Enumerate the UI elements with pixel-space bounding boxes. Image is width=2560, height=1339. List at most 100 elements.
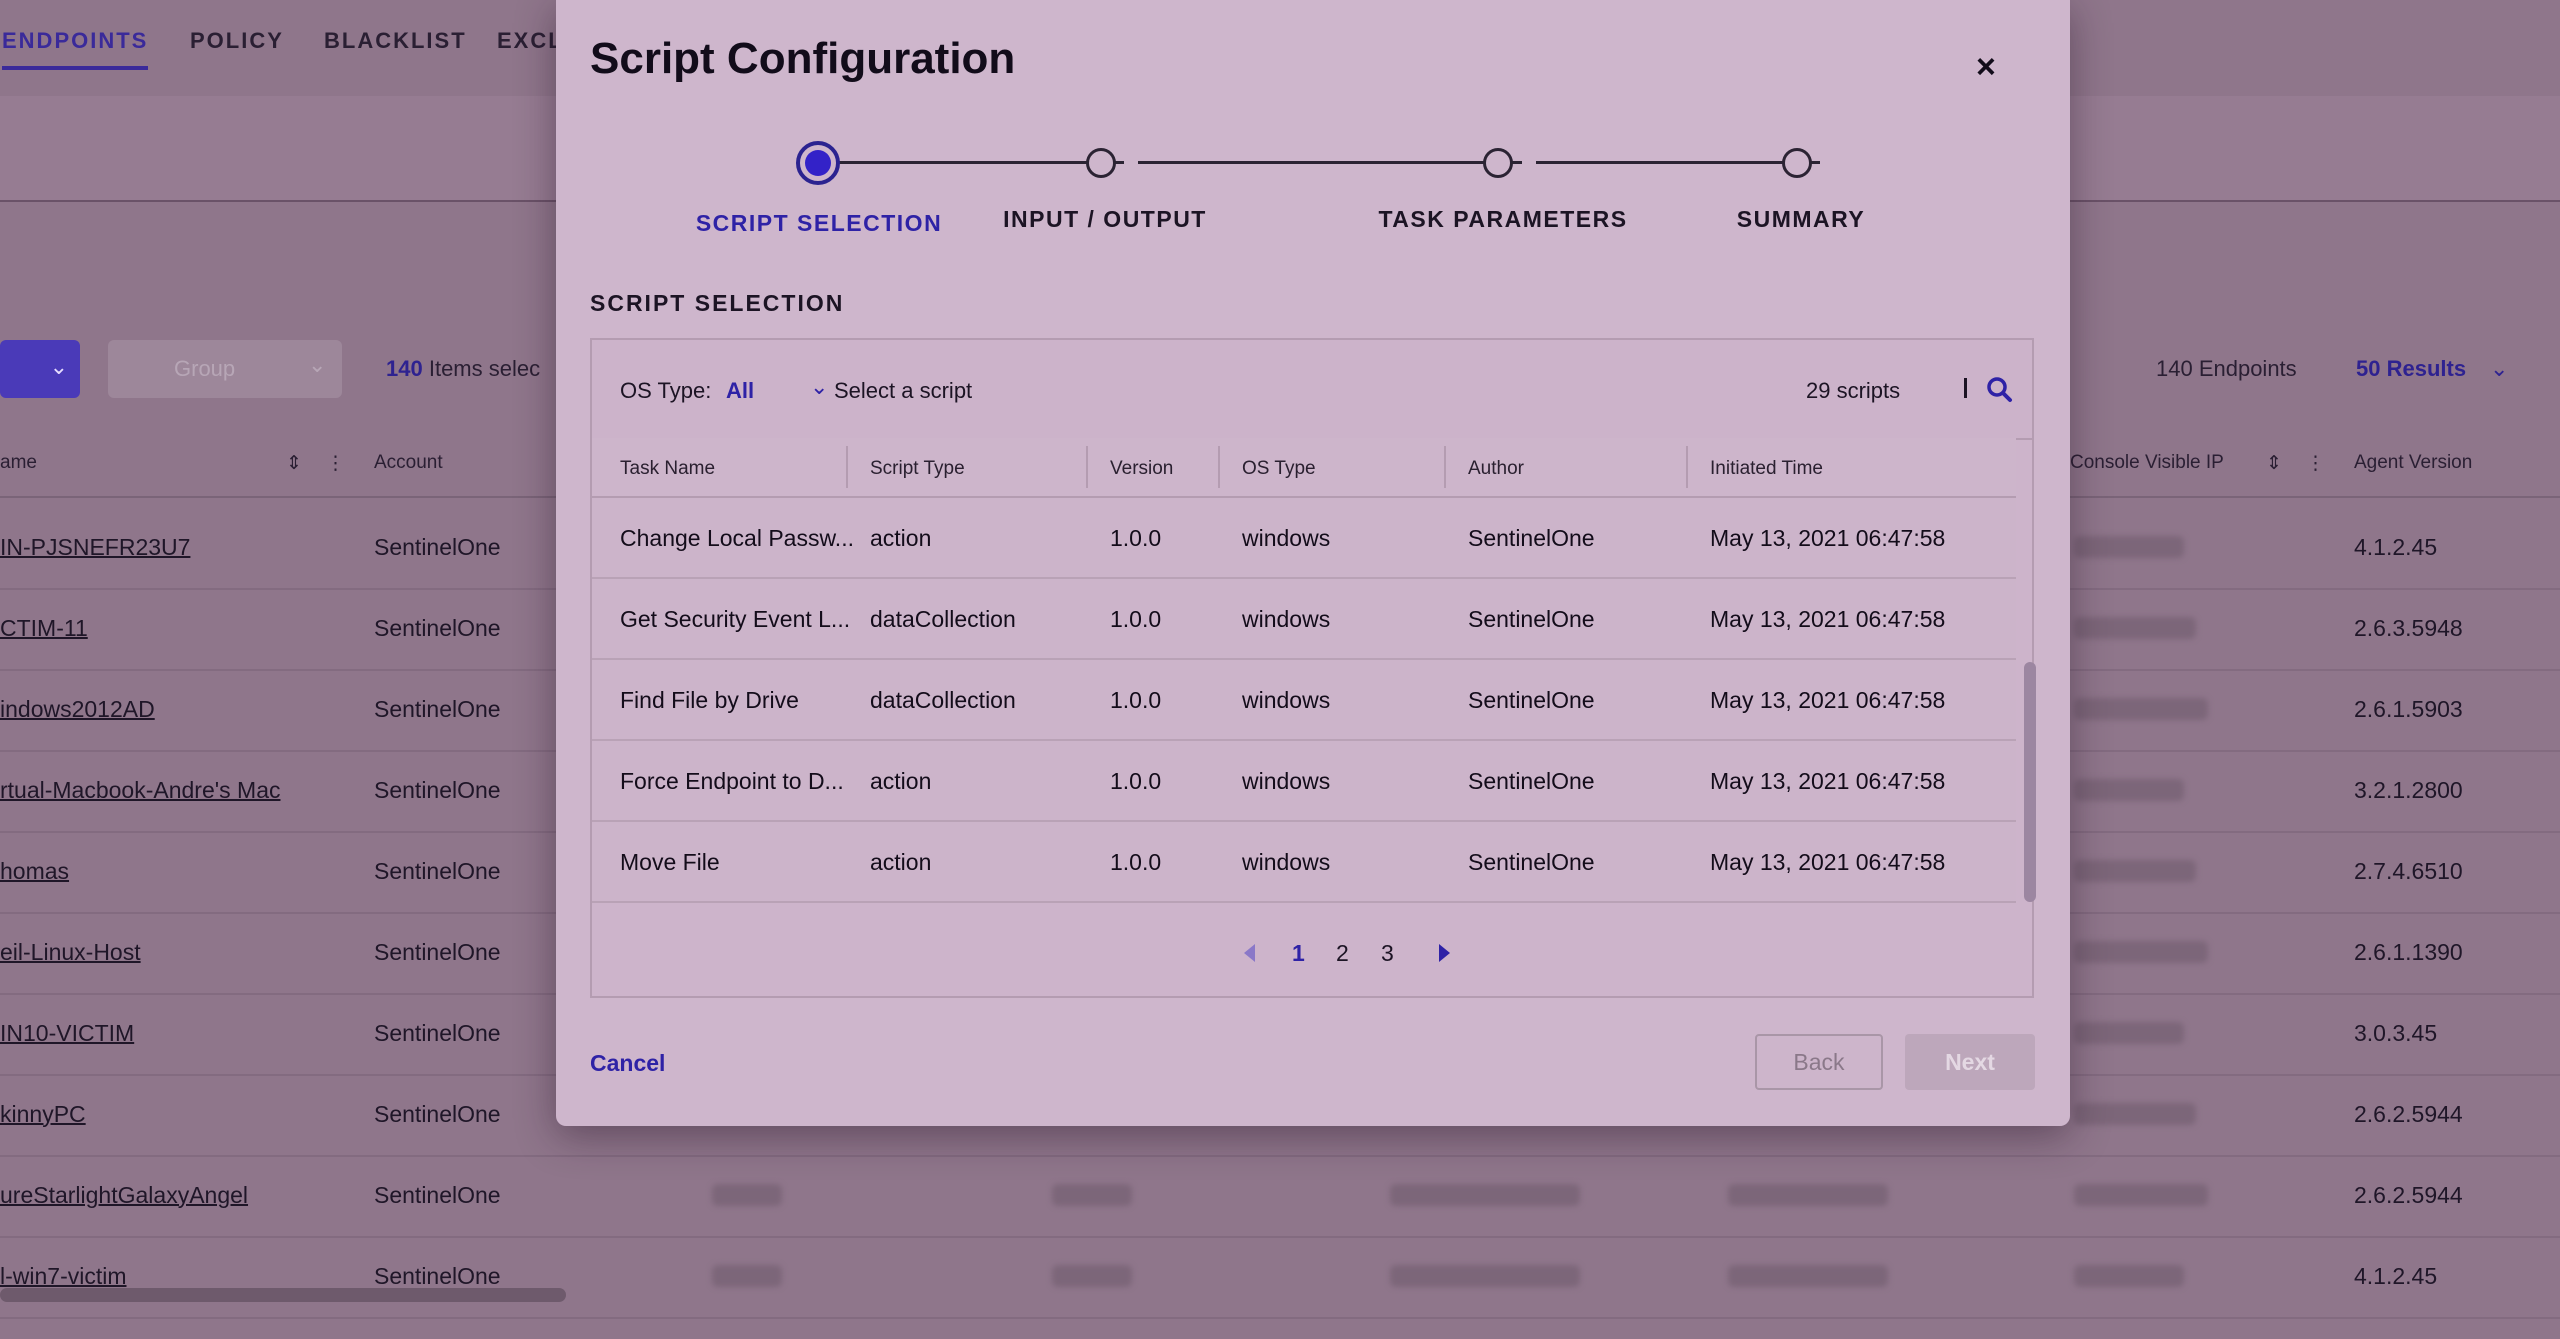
endpoint-name-link[interactable]: eil-Linux-Host <box>0 939 141 966</box>
tab-policy[interactable]: POLICY <box>190 28 284 54</box>
column-header-agent-version[interactable]: Agent Version <box>2354 452 2472 474</box>
scripts-count: 29 scripts <box>1806 378 1901 403</box>
endpoint-account: SentinelOne <box>374 1263 501 1289</box>
version-cell: 1.0.0 <box>1110 606 1162 632</box>
blurred-cell <box>1728 1184 1888 1206</box>
column-divider <box>1444 446 1446 488</box>
tab-blacklist[interactable]: BLACKLIST <box>324 28 467 54</box>
step-label-summary: SUMMARY <box>1736 206 1866 232</box>
blurred-ip <box>2074 536 2184 558</box>
version-cell: 1.0.0 <box>1110 525 1162 551</box>
pagination: 1 2 3 <box>592 940 2032 980</box>
select-script-hint: Select a script <box>834 378 973 403</box>
column-header-os-type[interactable]: OS Type <box>1242 458 1316 480</box>
next-page-icon[interactable] <box>1439 944 1450 962</box>
prev-page-icon[interactable] <box>1244 944 1255 962</box>
blurred-cell <box>1390 1184 1580 1206</box>
chevron-down-icon[interactable]: ⌄ <box>810 374 828 400</box>
script-row[interactable]: Get Security Event L... dataCollection 1.0… <box>592 579 2016 660</box>
endpoint-name-link[interactable]: l-win7-victim <box>0 1263 127 1290</box>
column-header-account[interactable]: Account <box>374 452 443 474</box>
page-2[interactable]: 2 <box>1336 940 1349 967</box>
blurred-ip <box>2074 1103 2196 1125</box>
step-label-input-output: INPUT / OUTPUT <box>1003 206 1207 232</box>
column-header-author[interactable]: Author <box>1468 458 1524 480</box>
version-cell: 1.0.0 <box>1110 768 1162 794</box>
endpoint-agent-version: 2.6.2.5944 <box>2354 1101 2463 1127</box>
filter-bar: OS Type: All ⌄ Select a script 29 script… <box>592 340 2032 440</box>
endpoint-name-link[interactable]: ureStarlightGalaxyAngel <box>0 1182 248 1209</box>
divider <box>1964 378 1967 398</box>
tab-exclusions[interactable]: EXCL <box>497 28 564 54</box>
os-type-cell: windows <box>1242 687 1331 713</box>
task-name-cell: Force Endpoint to D... <box>620 768 844 794</box>
group-button[interactable]: Group ⌄ <box>108 340 342 398</box>
endpoint-name-link[interactable]: IN10-VICTIM <box>0 1020 134 1047</box>
endpoint-name-link[interactable]: CTIM-11 <box>0 615 88 642</box>
os-type-cell: windows <box>1242 525 1331 551</box>
column-header-name[interactable]: ame <box>0 452 37 474</box>
script-row[interactable]: Change Local Passw... action 1.0.0 windows S… <box>592 498 2016 579</box>
sort-icon[interactable]: ⇕ <box>286 452 302 475</box>
endpoint-name-link[interactable]: rtual-Macbook-Andre's Mac <box>0 777 281 804</box>
endpoint-account: SentinelOne <box>374 1020 501 1046</box>
next-button[interactable]: Next <box>1905 1034 2035 1090</box>
author-cell: SentinelOne <box>1468 849 1595 875</box>
endpoint-account: SentinelOne <box>374 858 501 884</box>
endpoint-name-link[interactable]: IN-PJSNEFR23U7 <box>0 534 190 561</box>
endpoint-account: SentinelOne <box>374 534 501 560</box>
step-dot-summary[interactable] <box>1782 148 1812 178</box>
cancel-button[interactable]: Cancel <box>590 1050 665 1077</box>
script-row[interactable]: Force Endpoint to D... action 1.0.0 windows… <box>592 741 2016 822</box>
blurred-cell <box>1728 1265 1888 1287</box>
endpoint-name-link[interactable]: homas <box>0 858 69 885</box>
author-cell: SentinelOne <box>1468 768 1595 794</box>
chevron-down-icon: ⌄ <box>308 352 327 377</box>
column-header-task-name[interactable]: Task Name <box>620 458 715 480</box>
sort-icon[interactable]: ⇕ <box>2266 452 2282 475</box>
column-menu-icon[interactable]: ⋮ <box>326 452 345 475</box>
actions-button[interactable]: ⌄ <box>0 340 80 398</box>
page-3[interactable]: 3 <box>1381 940 1394 967</box>
os-type-cell: windows <box>1242 606 1331 632</box>
results-per-page[interactable]: 50 Results <box>2356 356 2466 382</box>
step-dot-input-output[interactable] <box>1086 148 1116 178</box>
step-dot-script-selection[interactable] <box>796 141 840 185</box>
column-header-script-type[interactable]: Script Type <box>870 458 965 480</box>
endpoint-account: SentinelOne <box>374 696 501 722</box>
column-header-console-ip[interactable]: Console Visible IP <box>2070 452 2224 474</box>
endpoint-account: SentinelOne <box>374 1101 501 1127</box>
script-configuration-modal: Script Configuration × SCRIPT SELECTION … <box>556 0 2070 1126</box>
author-cell: SentinelOne <box>1468 687 1595 713</box>
row-divider <box>0 1317 2560 1319</box>
vertical-scrollbar[interactable] <box>2024 662 2036 902</box>
step-dot-task-parameters[interactable] <box>1483 148 1513 178</box>
endpoint-name-link[interactable]: kinnyPC <box>0 1101 86 1128</box>
endpoint-account: SentinelOne <box>374 939 501 965</box>
chevron-down-icon[interactable]: ⌄ <box>2490 356 2508 382</box>
endpoint-agent-version: 2.6.3.5948 <box>2354 615 2463 641</box>
horizontal-scrollbar[interactable] <box>0 1288 566 1302</box>
initiated-time-cell: May 13, 2021 06:47:58 <box>1710 606 1946 632</box>
tab-endpoints[interactable]: ENDPOINTS <box>2 28 149 70</box>
column-divider <box>1686 446 1688 488</box>
search-icon[interactable] <box>1984 374 2014 404</box>
blurred-cell <box>1052 1184 1132 1206</box>
column-menu-icon[interactable]: ⋮ <box>2306 452 2325 475</box>
page-1[interactable]: 1 <box>1292 940 1305 967</box>
script-row[interactable]: Move File action 1.0.0 windows SentinelOne Ma… <box>592 822 2016 903</box>
os-type-dropdown[interactable]: All <box>726 378 754 404</box>
column-header-initiated-time[interactable]: Initiated Time <box>1710 458 1823 480</box>
column-header-version[interactable]: Version <box>1110 458 1173 480</box>
endpoint-name-link[interactable]: indows2012AD <box>0 696 155 723</box>
script-type-cell: action <box>870 849 932 875</box>
column-divider <box>1218 446 1220 488</box>
endpoint-account: SentinelOne <box>374 615 501 641</box>
close-icon[interactable]: × <box>1976 48 1996 87</box>
endpoints-count: 140 Endpoints <box>2156 356 2297 381</box>
script-row[interactable]: Find File by Drive dataCollection 1.0.0 win… <box>592 660 2016 741</box>
chevron-down-icon: ⌄ <box>49 354 68 379</box>
endpoint-agent-version: 2.7.4.6510 <box>2354 858 2463 884</box>
initiated-time-cell: May 13, 2021 06:47:58 <box>1710 768 1946 794</box>
back-button[interactable]: Back <box>1755 1034 1883 1090</box>
